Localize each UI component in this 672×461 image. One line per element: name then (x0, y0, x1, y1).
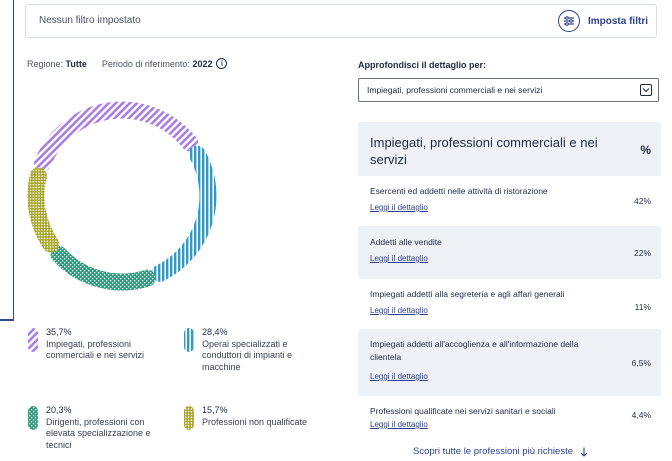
read-detail-link[interactable]: Leggi il dettaglio (370, 254, 428, 263)
filter-bar: Nessun filtro impostato Imposta filtri (25, 4, 657, 38)
set-filters-label: Imposta filtri (587, 15, 648, 27)
table-row: Professioni qualificate nei servizi sani… (358, 396, 661, 436)
chevron-down-icon (640, 84, 652, 96)
legend-item-4: 15,7% Professioni non qualificate (183, 405, 323, 431)
detail-table: Impiegati, professioni commerciali e nei… (358, 122, 661, 436)
legend-pct: 35,7% (46, 327, 72, 337)
row-value: 4,4% (631, 410, 651, 420)
row-name: Professioni qualificate nei servizi sani… (370, 406, 556, 416)
legend-label: Operai specializzati e conduttori di imp… (202, 338, 293, 372)
region-label: Regione: (27, 58, 64, 69)
table-header: Impiegati, professioni commerciali e nei… (358, 122, 661, 176)
row-name: Esercenti ed addetti nelle attività di r… (370, 186, 548, 196)
set-filters-button[interactable]: Imposta filtri (557, 10, 648, 32)
row-value: 22% (633, 248, 651, 258)
arrow-down-icon (580, 447, 588, 457)
table-row: Impiegati addetti alla segreteria e agli… (358, 279, 661, 329)
discover-label: Scopri tutte le professioni più richiest… (413, 446, 573, 457)
discover-professions-link[interactable]: Scopri tutte le professioni più richiest… (413, 446, 588, 457)
region-line: Regione: Tutte Periodo di riferimento: 2… (27, 58, 228, 69)
legend-label: Professioni non qualificate (202, 416, 308, 427)
legend-pct: 28,4% (202, 327, 228, 337)
legend-item-2: 28,4% Operai specializzati e conduttori d… (183, 327, 323, 373)
info-icon[interactable]: i (216, 58, 228, 69)
detail-select[interactable]: Impiegati, professioni commerciali e nei… (358, 78, 659, 102)
detail-label: Approfondisci il dettaglio per: (358, 60, 486, 70)
filter-status-text: Nessun filtro impostato (39, 15, 141, 26)
donut-slice-4 (27, 167, 60, 253)
table-title: Impiegati, professioni commerciali e nei… (370, 135, 598, 167)
table-row: Impiegati addetti all'accoglienza e all'… (358, 329, 661, 396)
table-row: Esercenti ed addetti nelle attività di r… (358, 176, 661, 226)
side-tick (0, 319, 14, 321)
legend-swatch-blue (184, 328, 194, 352)
legend-item-1: 35,7% Impiegati, professioni commerciali … (27, 327, 167, 362)
period-label: Periodo di riferimento: (101, 58, 190, 69)
row-value: 6,5% (631, 358, 651, 368)
read-detail-link[interactable]: Leggi il dettaglio (370, 203, 428, 212)
legend-swatch-green (28, 406, 38, 430)
row-name: Impiegati addetti alla segreteria e agli… (370, 289, 565, 299)
read-detail-link[interactable]: Leggi il dettaglio (370, 372, 428, 381)
legend-swatch-purple (28, 328, 38, 352)
detail-select-value: Impiegati, professioni commerciali e nei… (367, 85, 543, 95)
legend-pct: 15,7% (202, 405, 228, 415)
legend-label: Impiegati, professioni commerciali e nei… (46, 338, 145, 361)
donut-slice-2 (151, 145, 217, 282)
table-pct-header: % (640, 143, 651, 157)
row-name: Addetti alle vendite (370, 237, 442, 247)
row-value: 42% (633, 196, 651, 206)
sliders-icon (557, 10, 580, 32)
donut-slice-1 (34, 101, 199, 172)
legend-pct: 20,3% (46, 405, 72, 415)
row-value: 11% (634, 302, 651, 312)
legend-label: Dirigenti, professioni con elevata speci… (46, 416, 151, 450)
read-detail-link[interactable]: Leggi il dettaglio (370, 420, 428, 429)
table-row: Addetti alle vendite Leggi il dettaglio … (358, 226, 661, 279)
legend-item-3: 20,3% Dirigenti, professioni con elevata … (27, 405, 167, 451)
donut-chart (27, 101, 217, 291)
period-value: 2022 (192, 58, 213, 69)
side-rule (13, 0, 14, 320)
read-detail-link[interactable]: Leggi il dettaglio (370, 306, 428, 315)
legend-swatch-olive (184, 406, 194, 430)
row-name: Impiegati addetti all'accoglienza e all'… (370, 339, 579, 362)
donut-slice-3 (50, 246, 156, 291)
region-value: Tutte (65, 58, 87, 69)
